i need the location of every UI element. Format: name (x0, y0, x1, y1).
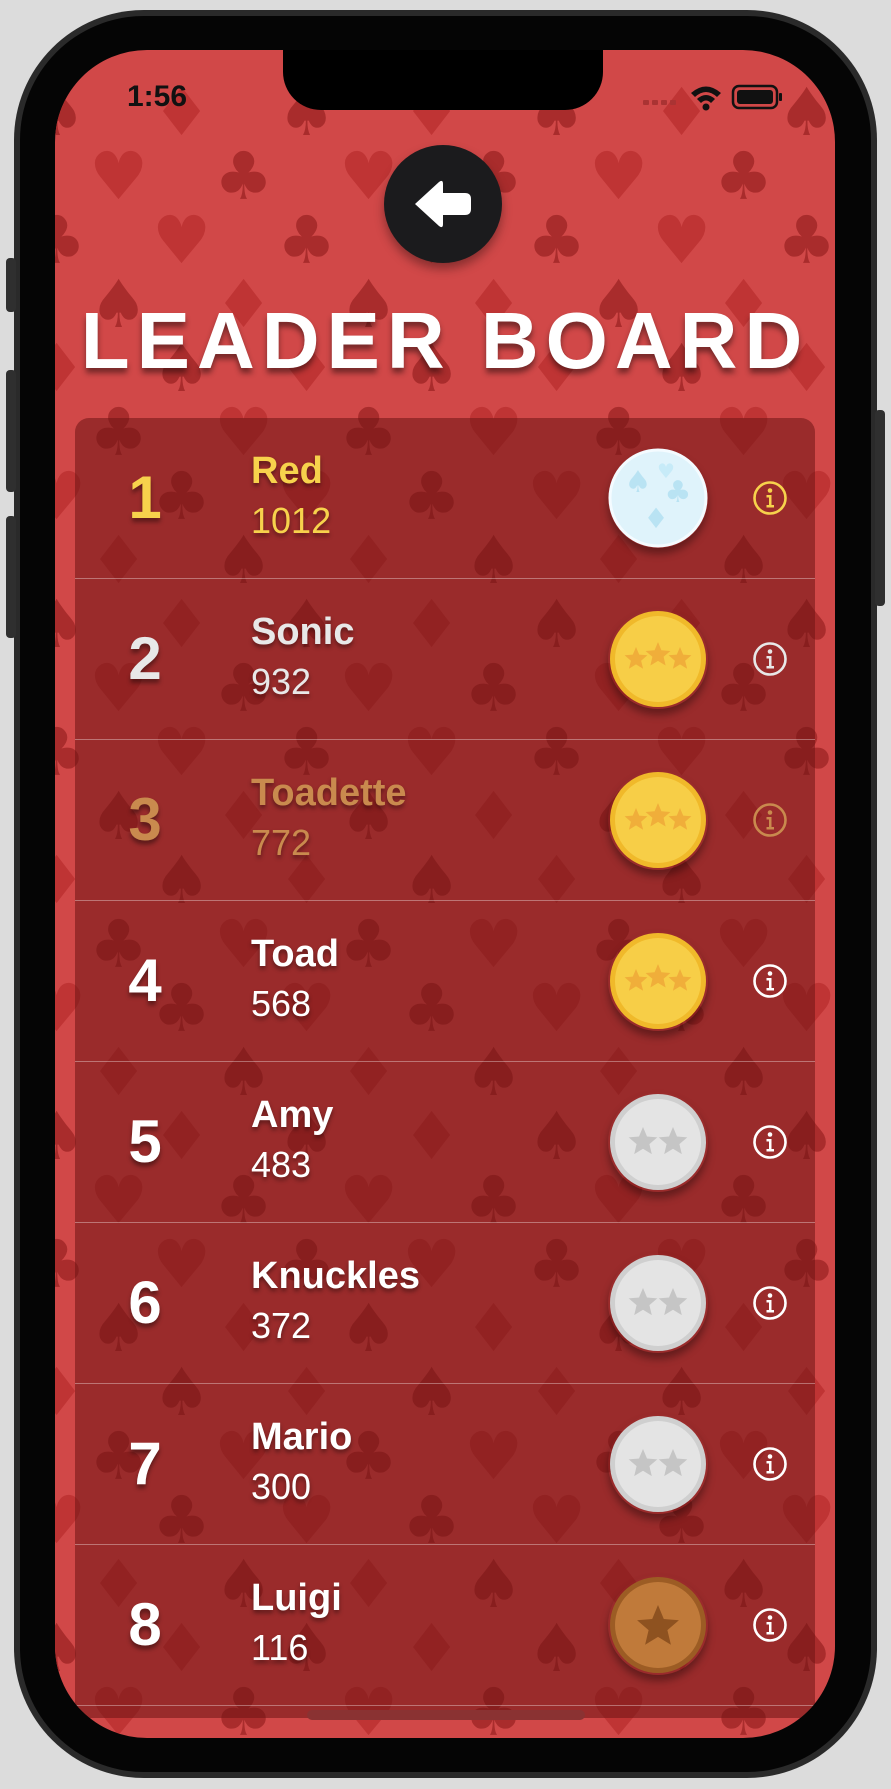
rank-number: 7 (128, 1430, 162, 1497)
status-time: 1:56 (127, 80, 188, 113)
leaderboard-row: 1 Red 1012 ♠ ♣ ♦ ♥ (75, 418, 815, 579)
player-name: Knuckles (251, 1255, 420, 1297)
info-button[interactable] (752, 1124, 788, 1160)
player-score: 116 (251, 1627, 309, 1668)
player-score: 1012 (251, 500, 332, 541)
info-icon (753, 1125, 787, 1159)
rank-number: 2 (128, 625, 162, 692)
info-icon (753, 642, 787, 676)
suit-decoration: ♥ (589, 138, 649, 215)
bronze-1-star-medal-icon (608, 1575, 708, 1675)
volume-down-button (6, 516, 16, 638)
battery-icon (731, 84, 782, 110)
rank-number: 4 (128, 947, 162, 1014)
leaderboard-row: 2 Sonic 932 (75, 579, 815, 740)
rank-number: 3 (128, 786, 162, 853)
volume-up-button (6, 370, 16, 492)
info-button[interactable] (752, 802, 788, 838)
player-name: Amy (251, 1094, 334, 1136)
silver-2-star-medal-icon (608, 1253, 708, 1353)
info-icon (753, 1447, 787, 1481)
info-icon (753, 803, 787, 837)
suit-decoration: ♥ (652, 202, 712, 279)
rank-number: 6 (128, 1269, 162, 1336)
player-score: 372 (251, 1305, 312, 1346)
player-score: 483 (251, 1144, 312, 1185)
player-score: 300 (251, 1466, 312, 1507)
info-button[interactable] (752, 963, 788, 999)
info-icon (753, 1608, 787, 1642)
leaderboard-row: 3 Toadette 772 (75, 740, 815, 901)
player-score: 568 (251, 983, 312, 1024)
suit-decoration: ♠ (55, 74, 87, 151)
suit-decoration: ♣ (527, 202, 587, 279)
player-name: Toadette (251, 772, 407, 814)
player-name: Luigi (251, 1577, 342, 1619)
info-icon (753, 1286, 787, 1320)
suit-decoration: ♣ (714, 138, 774, 215)
wifi-icon (691, 86, 721, 111)
suit-decoration: ♥ (152, 202, 212, 279)
leaderboard-list: 1 Red 1012 ♠ ♣ ♦ ♥ 2 Sonic 932 3 Toadette 772 4 Toad 56… (75, 418, 815, 1718)
silver-2-star-medal-icon (608, 1092, 708, 1192)
svg-text:♠: ♠ (625, 465, 652, 500)
player-name: Red (251, 450, 323, 492)
rank-number: 8 (128, 1591, 162, 1658)
info-icon (753, 964, 787, 998)
leaderboard-row: 7 Mario 300 (75, 1384, 815, 1545)
suit-decoration: ♠ (777, 74, 835, 151)
info-button[interactable] (752, 1607, 788, 1643)
player-name: Mario (251, 1416, 353, 1458)
home-indicator (307, 1710, 585, 1720)
mute-switch (6, 258, 16, 312)
app-screen: ♠♦♠♦♠♦♠♥♣♥♣♥♣♥♣♥♣♥♣♥♣♠♦♠♦♠♦♠♦♠♦♠♦♠♦♣♥♣♥♣… (55, 50, 835, 1738)
svg-text:♦: ♦ (643, 502, 668, 535)
player-name: Sonic (251, 611, 355, 653)
silver-2-star-medal-icon (608, 1414, 708, 1514)
rank-number: 1 (128, 464, 162, 531)
leaderboard-row: 6 Knuckles 372 (75, 1223, 815, 1384)
back-button[interactable] (384, 145, 502, 263)
gold-3-star-medal-icon (608, 609, 708, 709)
leaderboard-row: 5 Amy 483 (75, 1062, 815, 1223)
info-button[interactable] (752, 1446, 788, 1482)
player-score: 772 (251, 822, 312, 863)
info-icon (753, 481, 787, 515)
rank-number: 5 (128, 1108, 162, 1175)
suit-decoration: ♣ (777, 202, 835, 279)
svg-text:♥: ♥ (657, 459, 675, 483)
suit-decoration: ♣ (277, 202, 337, 279)
info-button[interactable] (752, 480, 788, 516)
suit-decoration: ♣ (214, 138, 274, 215)
arrow-left-icon (415, 180, 471, 228)
diamond-medal-icon: ♠ ♣ ♦ ♥ (608, 448, 708, 548)
status-icons (643, 84, 782, 111)
info-button[interactable] (752, 1285, 788, 1321)
player-name: Toad (251, 933, 339, 975)
suit-decoration: ♣ (55, 202, 87, 279)
gold-3-star-medal-icon (608, 931, 708, 1031)
leaderboard-row: 4 Toad 568 (75, 901, 815, 1062)
player-score: 932 (251, 661, 312, 702)
camera-notch (283, 50, 603, 110)
info-button[interactable] (752, 641, 788, 677)
cellular-signal-icon (643, 100, 676, 105)
page-title: LEADER BOARD (80, 296, 810, 385)
gold-3-star-medal-icon (608, 770, 708, 870)
suit-decoration: ♥ (89, 138, 149, 215)
power-button (875, 410, 885, 606)
leaderboard-row: 8 Luigi 116 (75, 1545, 815, 1706)
